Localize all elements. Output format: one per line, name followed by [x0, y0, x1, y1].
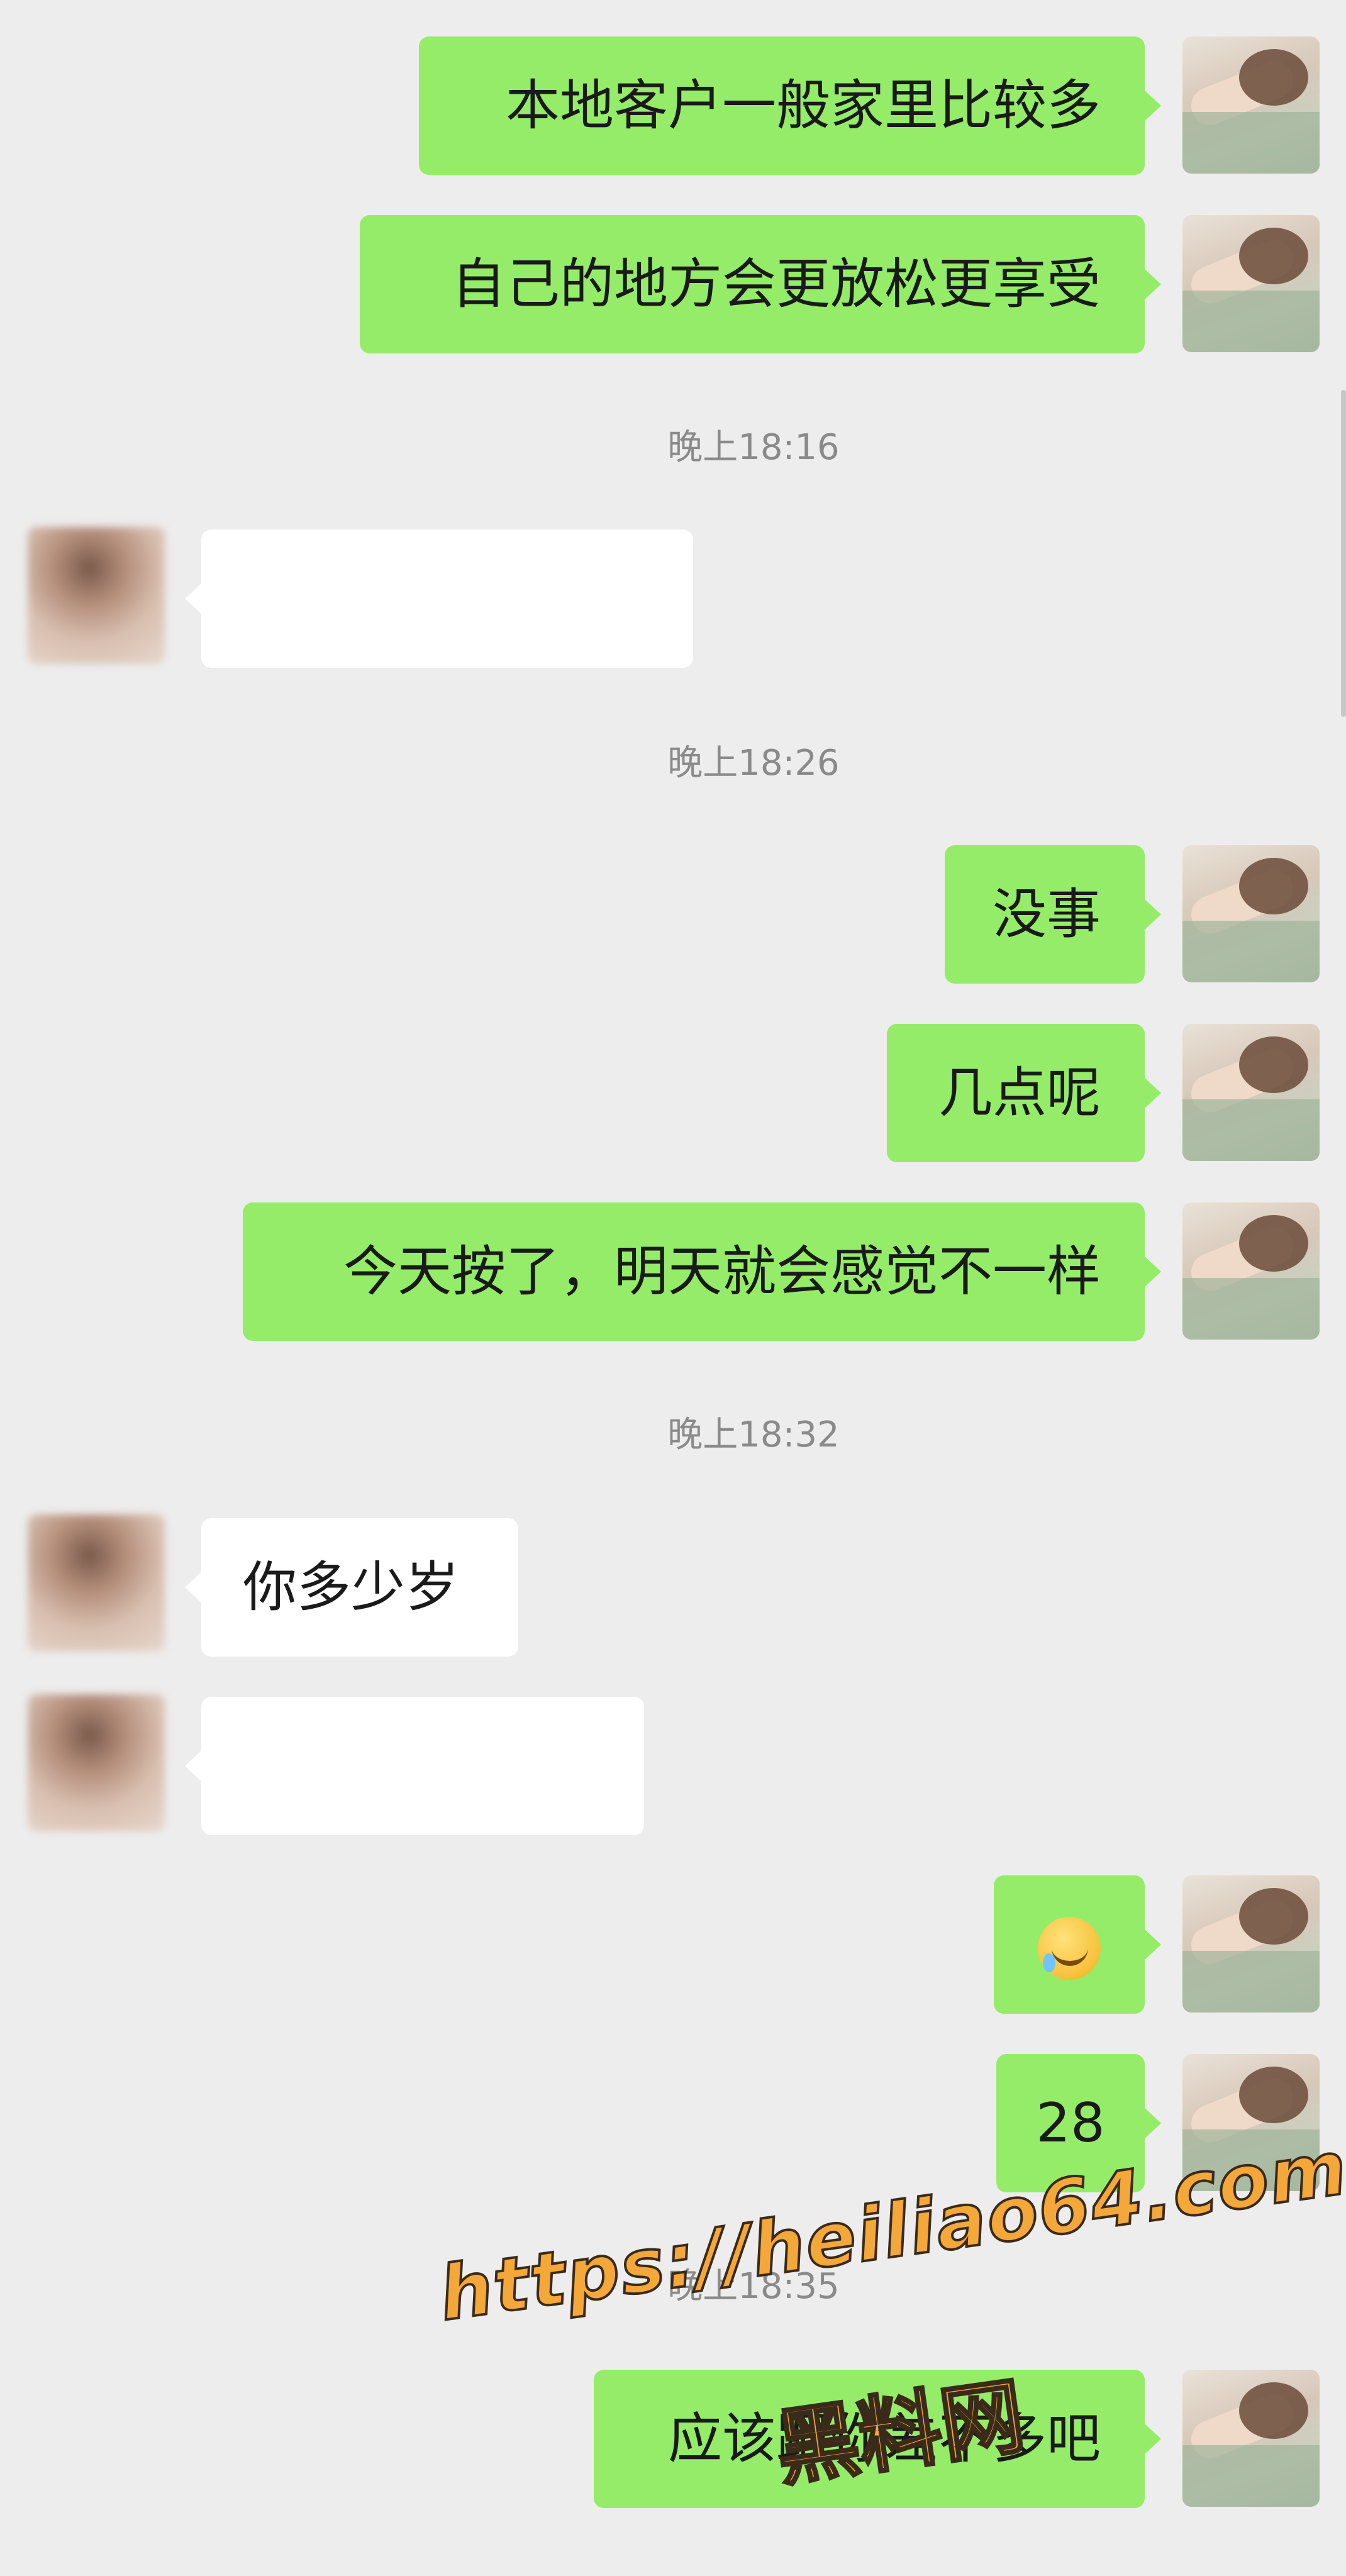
- timestamp: 晚上18:26: [667, 743, 840, 784]
- outgoing-emoji-bubble[interactable]: [994, 1875, 1161, 2014]
- laughing-tears-emoji-icon: [1038, 1916, 1101, 1980]
- message-text: 自己的地方会更放松更享受: [452, 253, 1101, 316]
- timestamp: 晚上18:16: [667, 427, 840, 468]
- message-text: 你多少岁: [243, 1556, 459, 1619]
- outgoing-message-bubble[interactable]: 没事: [945, 845, 1161, 984]
- contact-avatar[interactable]: [28, 527, 165, 664]
- my-avatar[interactable]: [1182, 1875, 1320, 2012]
- timestamp: 晚上18:32: [667, 1414, 840, 1455]
- message-text: 几点呢: [938, 1062, 1101, 1124]
- my-avatar[interactable]: [1182, 36, 1320, 174]
- outgoing-message-bubble[interactable]: 几点呢: [887, 1024, 1161, 1162]
- chat-view: 本地客户一般家里比较多 自己的地方会更放松更享受 晚上18:16 晚上18:26…: [0, 0, 1346, 2576]
- message-text: 本地客户一般家里比较多: [506, 74, 1101, 137]
- my-avatar[interactable]: [1182, 1024, 1320, 1161]
- scrollbar[interactable]: [1341, 390, 1346, 717]
- my-avatar[interactable]: [1182, 845, 1320, 982]
- contact-avatar[interactable]: [28, 1694, 165, 1831]
- my-avatar[interactable]: [1182, 1202, 1320, 1340]
- message-text: 28: [1036, 2092, 1105, 2155]
- my-avatar[interactable]: [1182, 2370, 1320, 2507]
- outgoing-message-bubble[interactable]: 本地客户一般家里比较多: [419, 36, 1161, 175]
- outgoing-message-bubble[interactable]: 自己的地方会更放松更享受: [360, 215, 1161, 353]
- outgoing-message-bubble[interactable]: 今天按了，明天就会感觉不一样: [243, 1202, 1161, 1341]
- contact-avatar[interactable]: [28, 1514, 165, 1652]
- message-text: 没事: [993, 883, 1101, 946]
- incoming-message-bubble-redacted[interactable]: [185, 530, 693, 668]
- incoming-message-bubble-redacted[interactable]: [185, 1697, 644, 1835]
- incoming-message-bubble[interactable]: 你多少岁: [185, 1518, 518, 1657]
- my-avatar[interactable]: [1182, 215, 1320, 352]
- message-text: 今天按了，明天就会感觉不一样: [343, 1240, 1101, 1303]
